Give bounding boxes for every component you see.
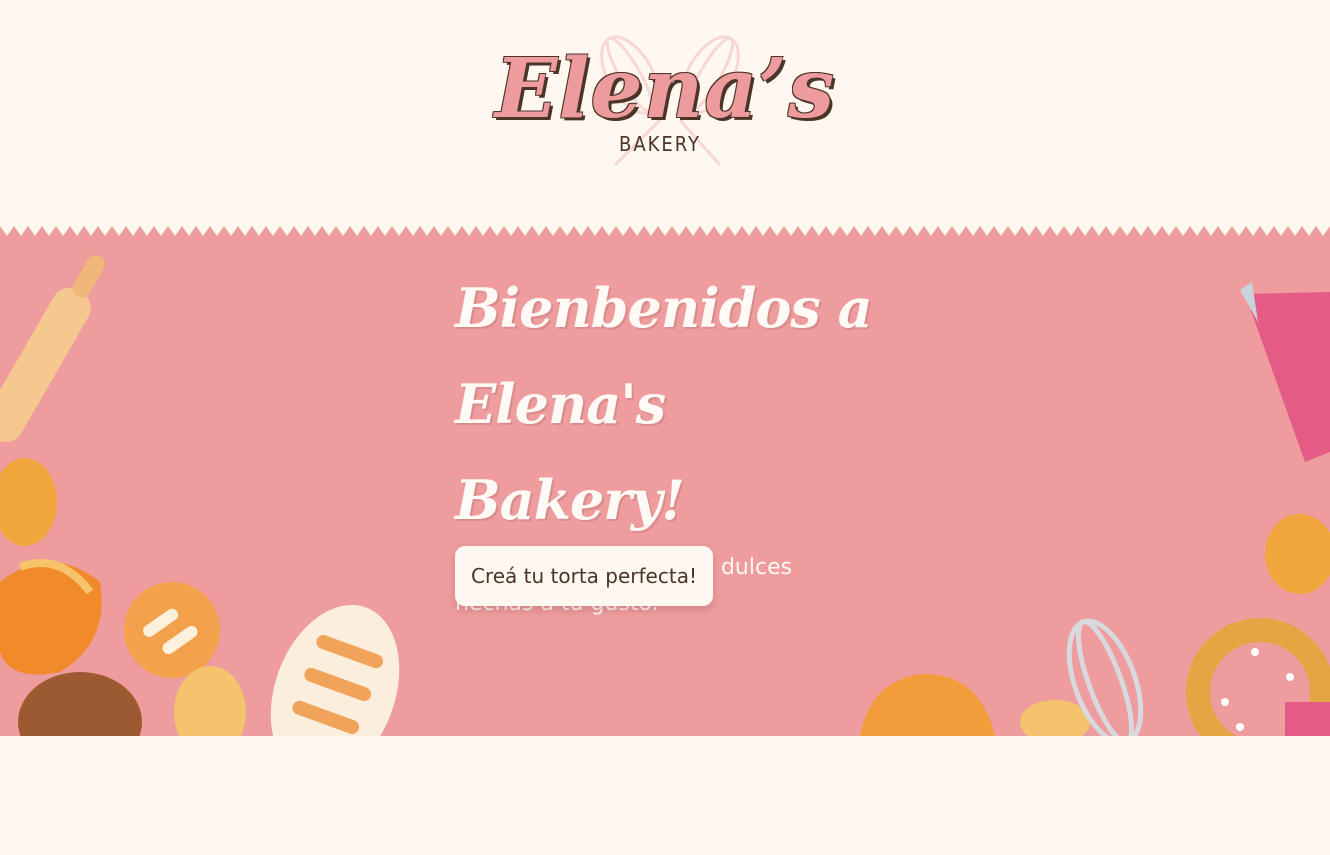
brand-name: Elena’s — [494, 41, 836, 137]
site-header: Elena’s BAKERY — [0, 0, 1330, 222]
rolling-pin-icon — [0, 255, 105, 443]
pretzel-icon — [1186, 618, 1330, 736]
baguette-icon — [270, 604, 400, 736]
create-cake-button[interactable]: Creá tu torta perfecta! — [455, 546, 713, 606]
hero-title: Bienbenidos a Elena's Bakery! — [455, 260, 875, 548]
hero-title-line-1: Bienbenidos a — [455, 276, 873, 340]
hero-title-line-2: Elena's Bakery! — [455, 372, 685, 532]
hero-banner: Bienbenidos a Elena's Bakery! Tu destino… — [0, 222, 1330, 736]
croissant-icon — [0, 458, 102, 675]
page-bottom-area — [0, 736, 1330, 855]
brand-tagline: BAKERY — [618, 132, 702, 156]
hero-content: Bienbenidos a Elena's Bakery! Tu destino… — [455, 260, 875, 622]
piping-bag-icon — [1240, 282, 1330, 462]
brand-logo[interactable]: Elena’s BAKERY — [490, 30, 840, 175]
